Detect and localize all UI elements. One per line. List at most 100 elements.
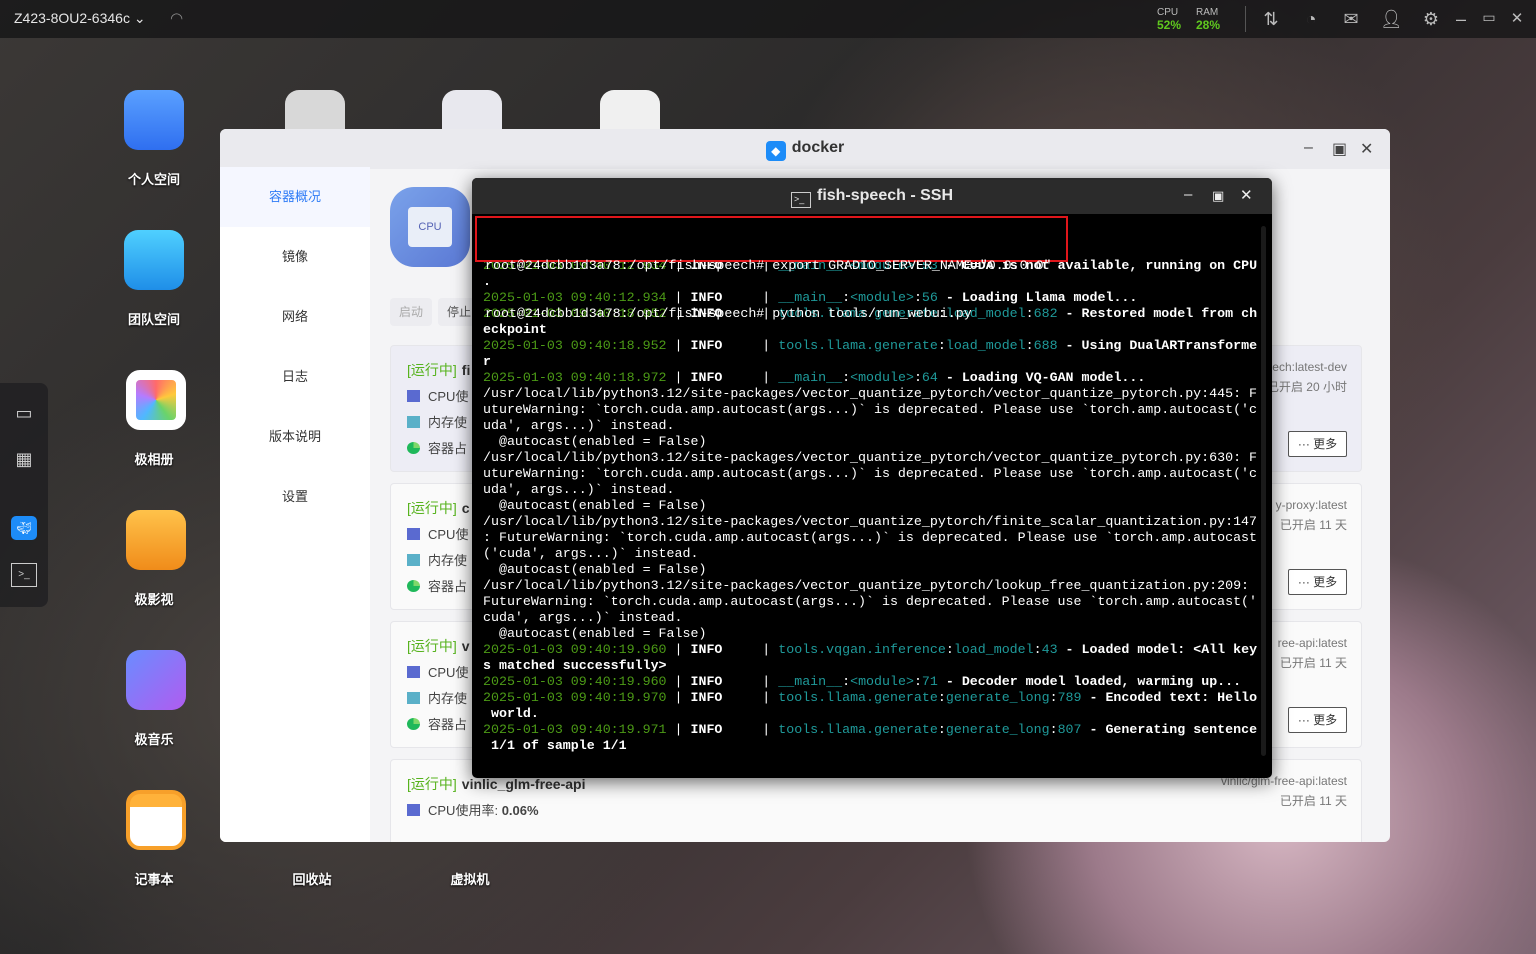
stat-label: 内存使 bbox=[428, 553, 468, 568]
container-stat-row: 容器占 bbox=[407, 438, 467, 457]
log-segment: r bbox=[483, 354, 491, 369]
container-name: [运行中] fi bbox=[407, 360, 470, 380]
folder-icon[interactable] bbox=[124, 90, 184, 150]
sidebar-item-release-notes[interactable]: 版本说明 bbox=[220, 407, 370, 467]
log-segment: : bbox=[937, 690, 946, 705]
music-icon[interactable] bbox=[126, 650, 186, 710]
transfer-icon[interactable]: ⇅ bbox=[1260, 9, 1282, 30]
wifi-icon[interactable]: ◠ bbox=[170, 9, 183, 27]
ssh-terminal-window: >_ fish-speech - SSH – ▣ ✕ 2025-01-03 09:… bbox=[472, 178, 1272, 778]
video-icon[interactable] bbox=[126, 510, 186, 570]
desktop-icon-label[interactable]: 回收站 bbox=[262, 869, 362, 888]
desktop-icon-label[interactable]: 个人空间 bbox=[104, 169, 204, 188]
desktop-icon-label[interactable]: 极音乐 bbox=[104, 729, 204, 748]
team-folder-icon[interactable] bbox=[124, 230, 184, 290]
desktop-icon-label[interactable]: 极相册 bbox=[104, 449, 204, 468]
more-button[interactable]: ··· 更多 bbox=[1288, 707, 1347, 733]
sidebar-item-network[interactable]: 网络 bbox=[220, 287, 370, 347]
notepad-icon[interactable] bbox=[126, 790, 186, 850]
log-segment: | bbox=[722, 690, 779, 705]
memory-icon bbox=[407, 416, 420, 428]
sidebar-item-settings[interactable]: 设置 bbox=[220, 467, 370, 527]
log-line: 2025-01-03 09:40:19.970 | INFO | tools.l… bbox=[483, 690, 1259, 706]
close-icon[interactable]: ✕ bbox=[1360, 139, 1373, 159]
close-icon[interactable]: ✕ bbox=[1506, 9, 1528, 27]
status-badge: [运行中] bbox=[407, 500, 457, 516]
terminal-icon[interactable]: >_ bbox=[11, 563, 37, 587]
minimize-icon[interactable]: – bbox=[1304, 139, 1313, 157]
log-segment: - Using DualARTransforme bbox=[1057, 338, 1258, 353]
start-button[interactable]: 启动 bbox=[390, 298, 433, 326]
log-segment: load_model bbox=[953, 642, 1034, 657]
close-icon[interactable]: ✕ bbox=[1240, 186, 1253, 204]
apps-grid-icon[interactable]: ▦ bbox=[11, 449, 37, 473]
maximize-icon[interactable]: ▣ bbox=[1332, 139, 1347, 159]
log-line: uda', args...)` instead. bbox=[483, 482, 1259, 498]
log-segment: @autocast(enabled = False) bbox=[483, 434, 707, 449]
window-title: docker bbox=[791, 139, 845, 156]
stat-label: 容器占 bbox=[428, 441, 468, 456]
photos-icon[interactable] bbox=[126, 370, 186, 430]
minimize-icon[interactable]: – bbox=[1184, 186, 1192, 203]
log-segment: 2025-01-03 09:40:19.971 bbox=[483, 722, 667, 737]
log-segment: __main__ bbox=[778, 674, 843, 689]
device-name-dropdown[interactable]: Z423-8OU2-6346c ⌄ bbox=[14, 10, 146, 27]
speedometer-icon[interactable]: ◔ bbox=[1300, 9, 1322, 30]
terminal-scrollbar[interactable] bbox=[1261, 226, 1266, 756]
log-segment: /usr/local/lib/python3.12/site-packages/… bbox=[483, 450, 1258, 465]
ram-label: RAM bbox=[1196, 7, 1219, 18]
log-segment: 71 bbox=[921, 674, 938, 689]
command-line: root@24dcbb1d3a78:/opt/fish-speech# expo… bbox=[485, 258, 1052, 273]
more-button[interactable]: ··· 更多 bbox=[1288, 569, 1347, 595]
log-line: /usr/local/lib/python3.12/site-packages/… bbox=[483, 450, 1259, 466]
status-badge: [运行中] bbox=[407, 362, 457, 378]
device-name: Z423-8OU2-6346c bbox=[14, 10, 130, 26]
cpu-icon bbox=[407, 528, 420, 540]
log-segment: : bbox=[1033, 642, 1042, 657]
stat-label: CPU使 bbox=[428, 527, 469, 542]
log-segment: INFO bbox=[690, 642, 723, 657]
docker-sidebar: 容器概况 镜像 网络 日志 版本说明 设置 bbox=[220, 167, 370, 842]
sidebar-item-overview[interactable]: 容器概况 bbox=[220, 167, 370, 227]
log-segment: FutureWarning: `torch.cuda.amp.autocast(… bbox=[483, 594, 1258, 609]
container-stat-row: 容器占 bbox=[407, 576, 467, 595]
log-line: s matched successfully> bbox=[483, 658, 1259, 674]
log-segment: : bbox=[937, 722, 946, 737]
log-segment: @autocast(enabled = False) bbox=[483, 498, 707, 513]
log-line: /usr/local/lib/python3.12/site-packages/… bbox=[483, 578, 1259, 594]
desktop-icon-label[interactable]: 记事本 bbox=[104, 869, 204, 888]
memory-icon bbox=[407, 692, 420, 704]
log-line: 2025-01-03 09:40:19.960 | INFO | tools.v… bbox=[483, 642, 1259, 658]
maximize-icon[interactable]: ▭ bbox=[1478, 9, 1500, 26]
log-segment: ('cuda', args...)` instead. bbox=[483, 546, 699, 561]
terminal-title: fish-speech - SSH bbox=[816, 187, 954, 204]
docker-icon[interactable]: 🐳︎ bbox=[11, 516, 37, 540]
minimize-icon[interactable]: – bbox=[1450, 9, 1472, 30]
log-line: utureWarning: `torch.cuda.amp.autocast(a… bbox=[483, 466, 1259, 482]
gear-icon[interactable]: ⚙ bbox=[1420, 9, 1442, 30]
disk-pie-icon bbox=[407, 580, 420, 592]
desktop-icon-label[interactable]: 极影视 bbox=[104, 589, 204, 608]
log-segment: <module> bbox=[850, 370, 914, 385]
docker-whale-icon: ◆ bbox=[765, 141, 786, 161]
log-line: cuda', args...)` instead. bbox=[483, 610, 1259, 626]
user-icon[interactable]: 👤︎ bbox=[1380, 9, 1403, 30]
log-line: : FutureWarning: `torch.cuda.amp.autocas… bbox=[483, 530, 1259, 546]
desktop-icon-label[interactable]: 虚拟机 bbox=[420, 869, 520, 888]
log-segment: | bbox=[666, 722, 691, 737]
more-button[interactable]: ··· 更多 bbox=[1288, 431, 1347, 457]
log-segment: @autocast(enabled = False) bbox=[483, 562, 707, 577]
log-segment: generate_long bbox=[945, 690, 1050, 705]
mail-icon[interactable]: ✉ bbox=[1340, 9, 1362, 30]
desktop-icon-label[interactable]: 团队空间 bbox=[104, 309, 204, 328]
log-segment: | bbox=[722, 642, 779, 657]
laptop-icon[interactable]: ▭ bbox=[11, 403, 37, 427]
log-segment: - Restored model from ch bbox=[1057, 306, 1258, 321]
uptime: 已开启 11 天 bbox=[1279, 794, 1347, 808]
sidebar-item-logs[interactable]: 日志 bbox=[220, 347, 370, 407]
maximize-icon[interactable]: ▣ bbox=[1212, 188, 1224, 204]
status-badge: [运行中] bbox=[407, 776, 457, 792]
image-name: y-proxy:latest bbox=[1275, 498, 1347, 512]
sidebar-item-images[interactable]: 镜像 bbox=[220, 227, 370, 287]
container-stat-row: CPU使 bbox=[407, 386, 468, 405]
